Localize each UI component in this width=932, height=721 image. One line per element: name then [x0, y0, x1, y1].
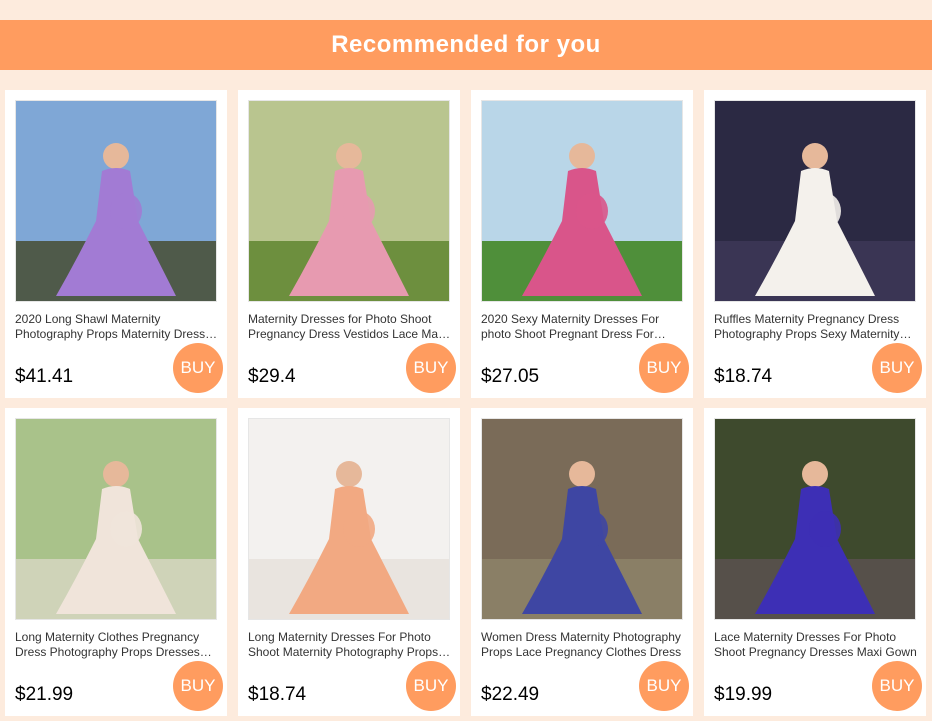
product-title[interactable]: Lace Maternity Dresses For Photo Shoot P… [714, 630, 918, 660]
product-image[interactable] [481, 100, 683, 302]
product-price: $22.49 [481, 684, 540, 705]
buy-button[interactable]: BUY [639, 343, 689, 393]
product-image[interactable] [15, 100, 217, 302]
buy-button[interactable]: BUY [406, 343, 456, 393]
product-card[interactable]: Long Maternity Dresses For Photo Shoot M… [238, 408, 460, 716]
product-price: $19.99 [714, 684, 773, 705]
product-price: $41.41 [15, 366, 74, 387]
product-price: $18.74 [714, 366, 773, 387]
product-title[interactable]: Long Maternity Clothes Pregnancy Dress P… [15, 630, 219, 660]
page-title: Recommended for you [331, 31, 601, 58]
product-card[interactable]: 2020 Long Shawl Maternity Photography Pr… [5, 90, 227, 398]
product-image[interactable] [15, 418, 217, 620]
product-title[interactable]: Women Dress Maternity Photography Props … [481, 630, 685, 660]
product-card[interactable]: Long Maternity Clothes Pregnancy Dress P… [5, 408, 227, 716]
product-card[interactable]: Lace Maternity Dresses For Photo Shoot P… [704, 408, 926, 716]
product-price: $29.4 [248, 366, 296, 387]
product-price: $21.99 [15, 684, 74, 705]
buy-button[interactable]: BUY [872, 661, 922, 711]
product-title[interactable]: Maternity Dresses for Photo Shoot Pregna… [248, 312, 452, 342]
product-price: $18.74 [248, 684, 307, 705]
product-card[interactable]: Women Dress Maternity Photography Props … [471, 408, 693, 716]
product-image[interactable] [481, 418, 683, 620]
recommended-header: Recommended for you [0, 20, 932, 70]
product-card[interactable]: Maternity Dresses for Photo Shoot Pregna… [238, 90, 460, 398]
product-card[interactable]: 2020 Sexy Maternity Dresses For photo Sh… [471, 90, 693, 398]
product-image[interactable] [714, 100, 916, 302]
product-title[interactable]: 2020 Long Shawl Maternity Photography Pr… [15, 312, 219, 342]
buy-button[interactable]: BUY [406, 661, 456, 711]
product-card[interactable]: Ruffles Maternity Pregnancy Dress Photog… [704, 90, 926, 398]
buy-button[interactable]: BUY [872, 343, 922, 393]
product-image[interactable] [714, 418, 916, 620]
buy-button[interactable]: BUY [639, 661, 689, 711]
product-image[interactable] [248, 100, 450, 302]
product-image[interactable] [248, 418, 450, 620]
product-title[interactable]: Long Maternity Dresses For Photo Shoot M… [248, 630, 452, 660]
buy-button[interactable]: BUY [173, 343, 223, 393]
product-title[interactable]: 2020 Sexy Maternity Dresses For photo Sh… [481, 312, 685, 342]
buy-button[interactable]: BUY [173, 661, 223, 711]
product-title[interactable]: Ruffles Maternity Pregnancy Dress Photog… [714, 312, 918, 342]
product-price: $27.05 [481, 366, 540, 387]
